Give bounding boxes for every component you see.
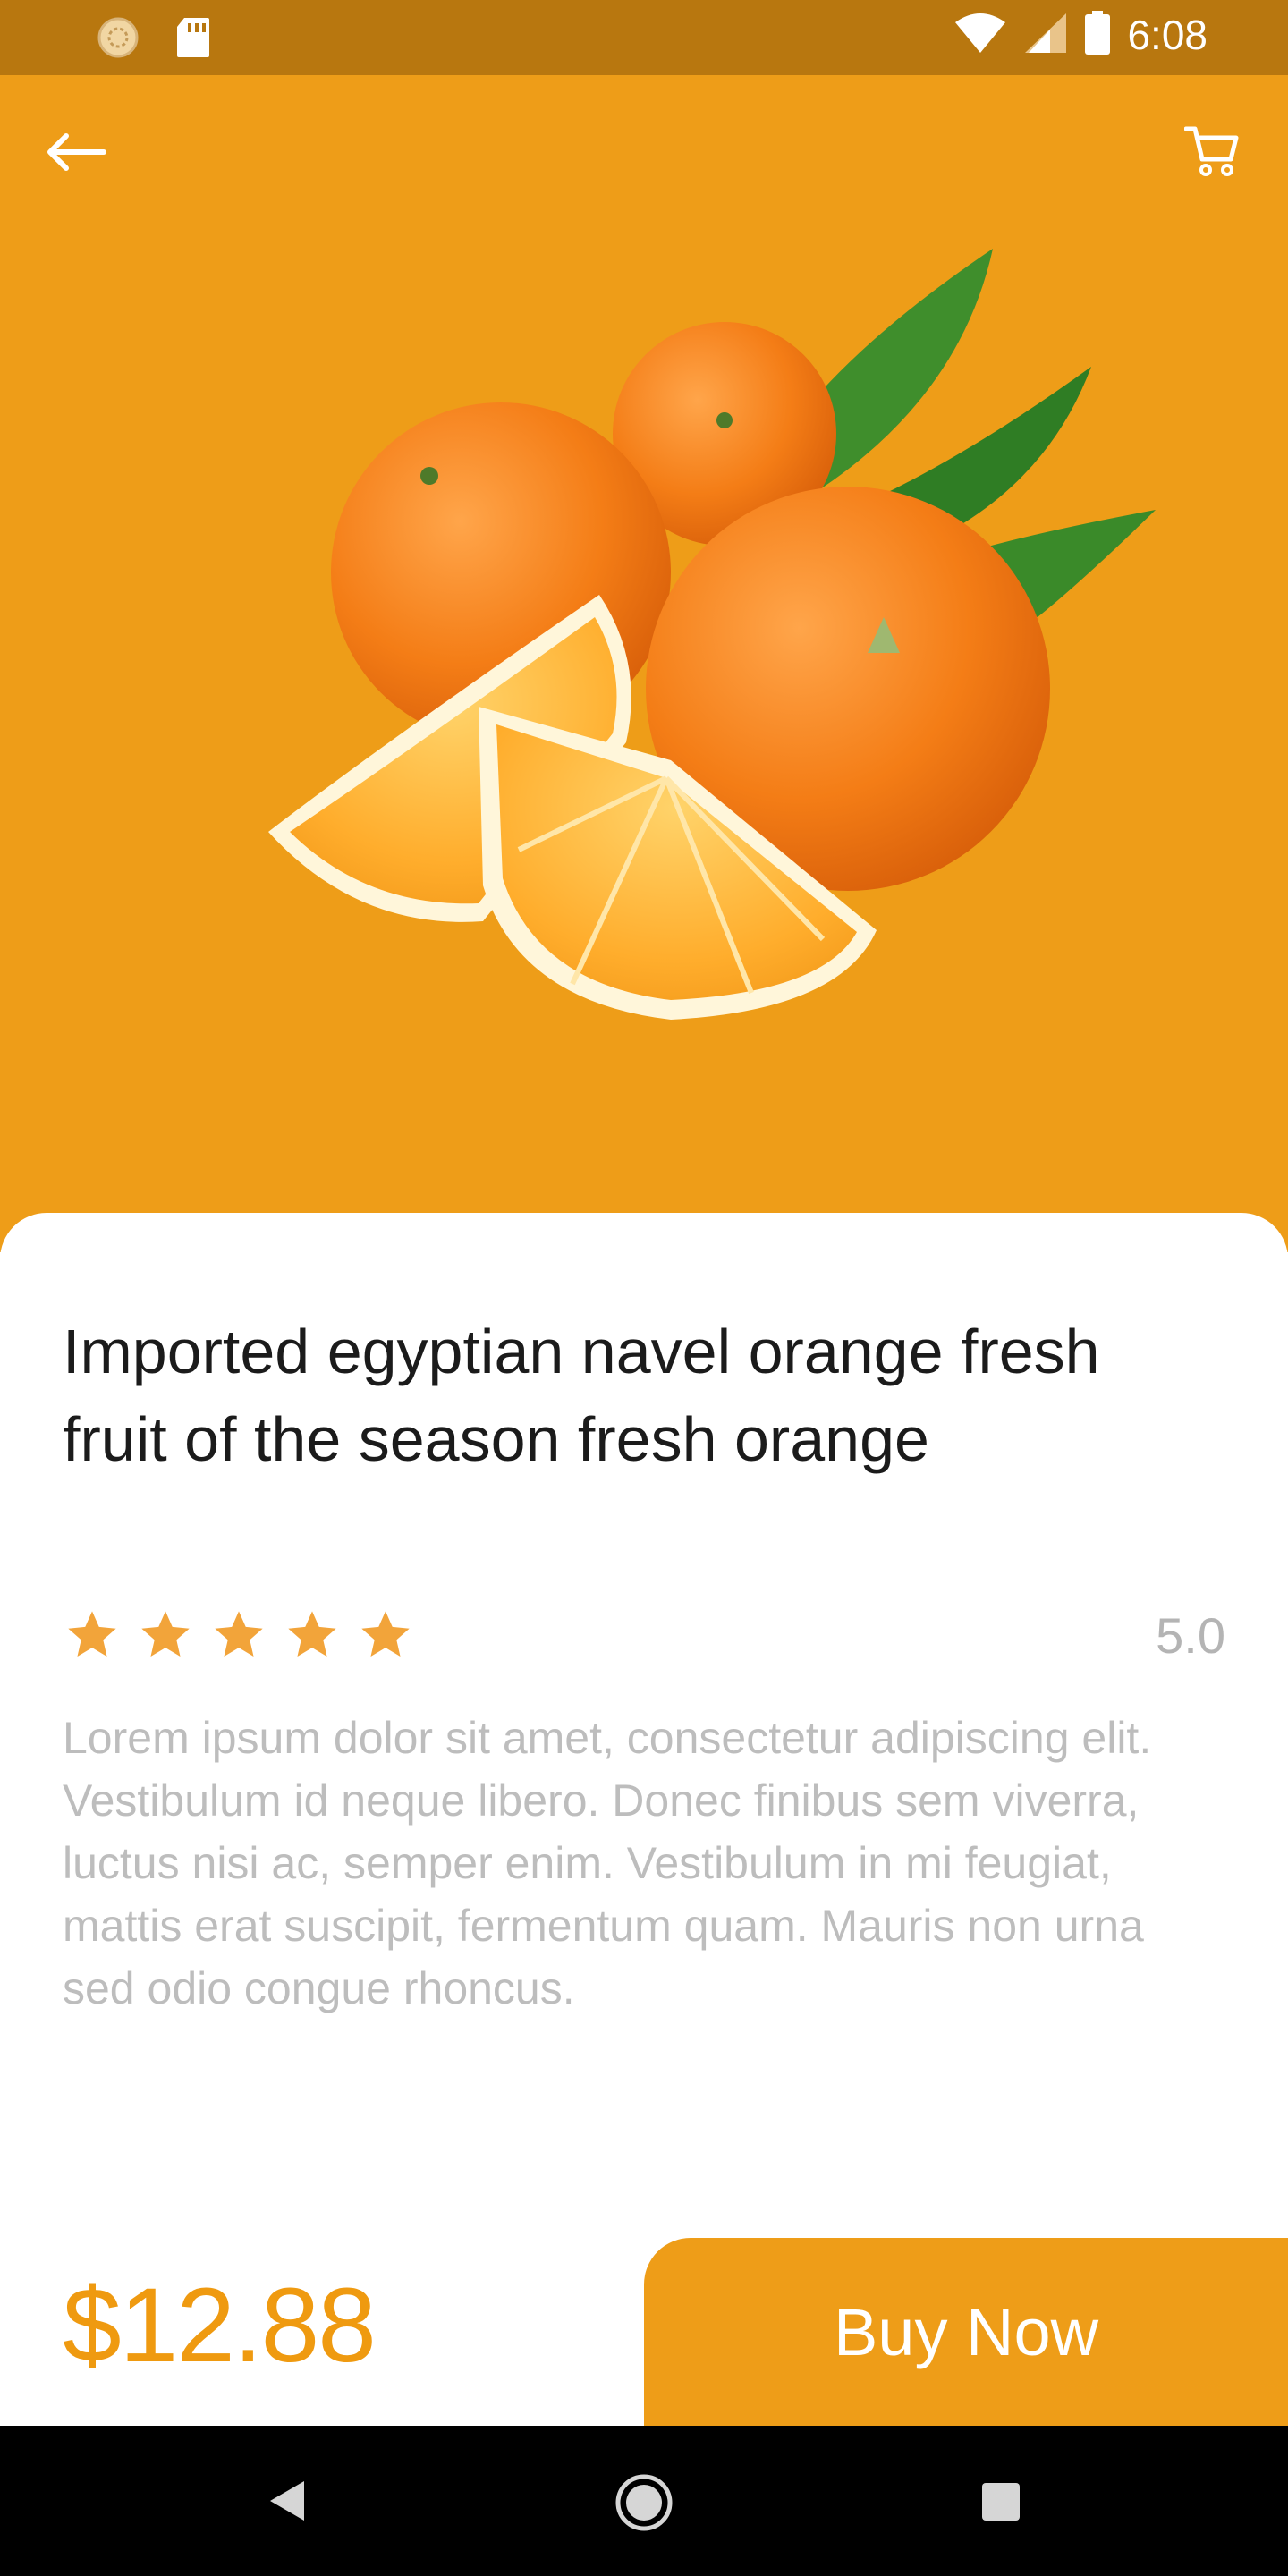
cart-icon (1183, 126, 1239, 176)
top-nav (0, 75, 1288, 236)
star-icon (141, 1611, 190, 1657)
cart-button[interactable] (1183, 122, 1241, 179)
signal-icon (1023, 12, 1068, 58)
sd-card-icon (175, 16, 211, 63)
nav-home-icon[interactable] (614, 2472, 674, 2537)
star-icon (215, 1611, 263, 1657)
buy-now-button[interactable]: Buy Now (644, 2238, 1288, 2426)
product-image (268, 249, 1156, 1020)
buy-now-label: Buy Now (833, 2294, 1099, 2369)
loading-icon (97, 16, 140, 63)
nav-recents-icon[interactable] (980, 2481, 1021, 2526)
product-price: $12.88 (63, 2267, 377, 2385)
battery-icon (1084, 11, 1111, 59)
product-title: Imported egyptian navel orange fresh fru… (63, 1317, 1100, 1474)
rating-stars (63, 1606, 415, 1664)
star-icon (68, 1611, 116, 1657)
wifi-icon (953, 12, 1007, 58)
status-time: 6:08 (1127, 12, 1208, 58)
back-button[interactable] (41, 125, 109, 179)
star-icon (288, 1611, 336, 1657)
star-icon (361, 1611, 410, 1657)
system-nav-bar (0, 2426, 1288, 2576)
rating-value: 5.0 (1156, 1607, 1225, 1664)
product-description: Lorem ipsum dolor sit amet, consectetur … (63, 1713, 1152, 2013)
status-bar: 6:08 (0, 0, 1288, 75)
nav-back-icon[interactable] (265, 2476, 309, 2529)
arrow-left-icon (47, 133, 106, 171)
